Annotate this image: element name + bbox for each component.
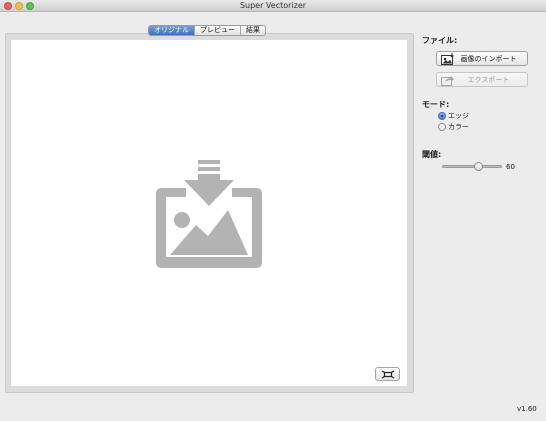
window-title: Super Vectorizer [239, 1, 307, 10]
tab-result[interactable]: 結果 [240, 26, 265, 35]
threshold-value: 60 [506, 163, 515, 171]
color-option-label: カラー [448, 123, 469, 131]
title-bar: Super Vectorizer [0, 0, 546, 12]
fit-to-window-icon [381, 369, 394, 379]
export-button[interactable]: エクスポート [436, 72, 528, 87]
mode-option-edge[interactable]: エッジ [438, 111, 469, 121]
version-label: v1.60 [517, 405, 537, 413]
color-radio[interactable] [438, 123, 446, 131]
mode-section-label: モード: [422, 100, 450, 109]
threshold-slider-knob[interactable] [473, 162, 483, 171]
file-section-label: ファイル: [422, 36, 458, 45]
import-image-label: 画像のインポート [460, 54, 517, 63]
export-label: エクスポート [467, 75, 510, 84]
tab-preview[interactable]: プレビュー [194, 26, 240, 35]
image-import-icon [156, 160, 262, 268]
edge-option-label: エッジ [448, 112, 469, 120]
share-export-icon [440, 74, 456, 86]
mode-option-color[interactable]: カラー [438, 122, 469, 132]
edge-radio[interactable] [438, 112, 446, 120]
image-import-icon [440, 52, 456, 65]
view-mode-segmented-control: オリジナル プレビュー 結果 [148, 25, 266, 36]
import-image-button[interactable]: 画像のインポート [436, 51, 528, 66]
image-canvas[interactable] [11, 40, 407, 386]
threshold-section-label: 閾値: [422, 150, 442, 159]
fit-to-window-button[interactable] [375, 367, 400, 381]
tab-original[interactable]: オリジナル [149, 26, 194, 35]
threshold-slider-track[interactable] [442, 165, 502, 168]
